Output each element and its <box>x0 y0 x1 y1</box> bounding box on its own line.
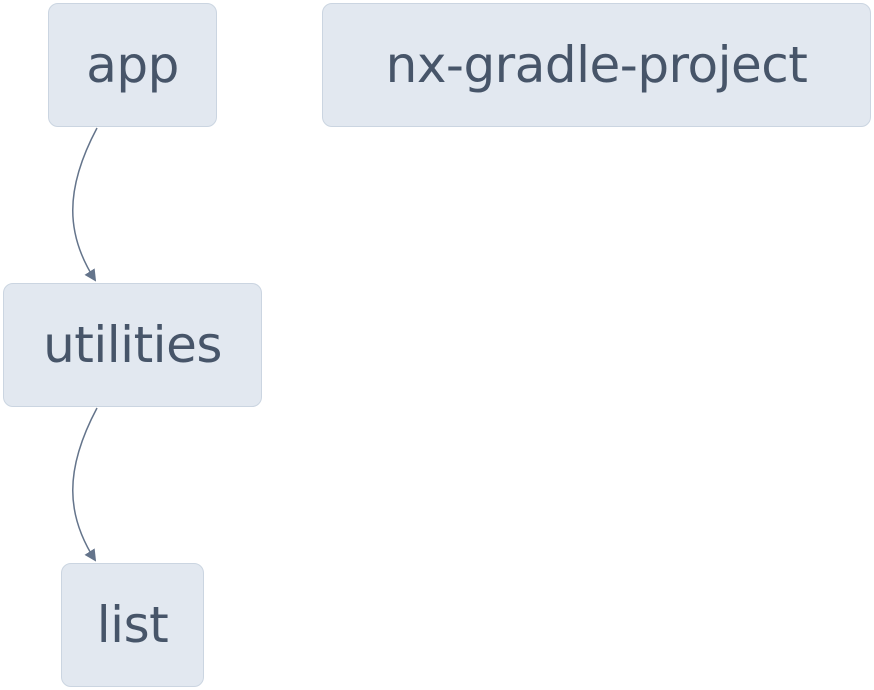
edge-app-to-utilities <box>72 127 98 282</box>
node-label: app <box>86 36 179 94</box>
project-node-nx-gradle-project[interactable]: nx-gradle-project <box>322 3 871 127</box>
node-label: utilities <box>43 316 222 374</box>
project-node-app[interactable]: app <box>48 3 217 127</box>
node-label: nx-gradle-project <box>385 36 808 94</box>
node-label: list <box>96 596 169 654</box>
edge-utilities-to-list <box>72 407 98 562</box>
project-node-utilities[interactable]: utilities <box>3 283 262 407</box>
project-node-list[interactable]: list <box>61 563 204 687</box>
